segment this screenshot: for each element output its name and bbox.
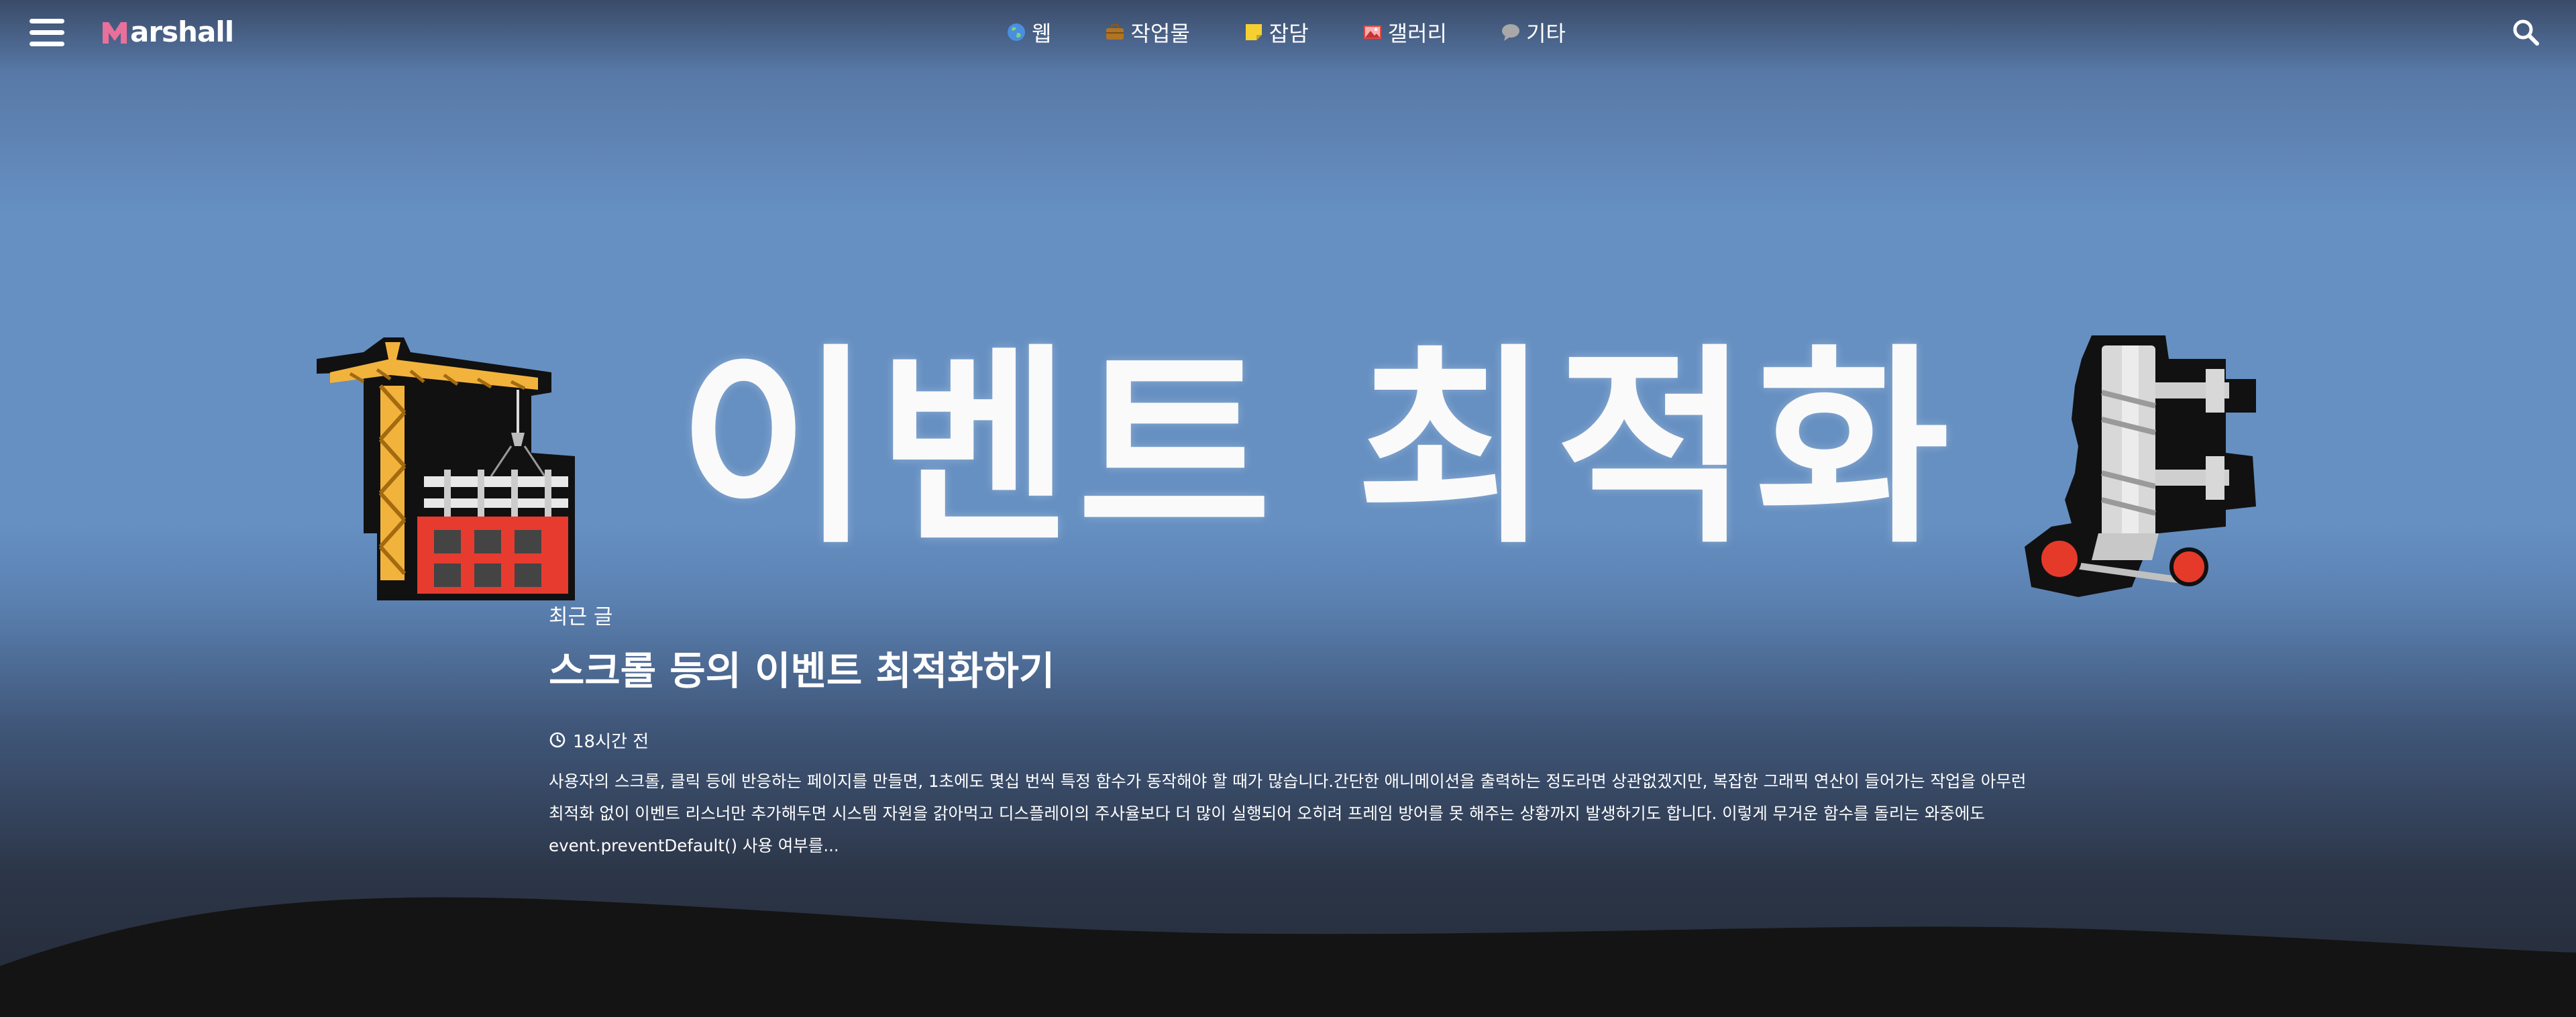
bone-icon (2025, 335, 2256, 597)
image-icon (1363, 25, 1381, 39)
logo-text: arshall (130, 15, 234, 48)
main-nav: 웹 작업물 잡담 갤러리 기타 (1006, 15, 1566, 50)
speech-bubble-icon (1502, 24, 1519, 41)
recent-post: 최근 글 스크롤 등의 이벤트 최적화하기 18시간 전 사용자의 스크롤, 클… (549, 600, 2031, 862)
globe-icon (1008, 23, 1025, 41)
post-title-link[interactable]: 스크롤 등의 이벤트 최적화하기 (549, 641, 2031, 701)
sticky-note-icon (1245, 24, 1262, 40)
search-icon[interactable] (2512, 18, 2540, 46)
recent-post-label: 최근 글 (549, 605, 613, 629)
nav-item-work[interactable]: 작업물 (1105, 15, 1190, 50)
nav-label-gallery: 갤러리 (1387, 21, 1447, 46)
nav-label-etc: 기타 (1526, 21, 1566, 46)
nav-label-work: 작업물 (1130, 21, 1190, 46)
post-timestamp: 18시간 전 (549, 727, 2031, 753)
clock-icon (549, 732, 566, 748)
nav-label-web: 웹 (1032, 21, 1052, 46)
hero-section: arshall 웹 작업물 잡담 갤러리 기타 이벤트 최적화 최근 글 스크롤… (0, 0, 2576, 1017)
construction-crane-icon (317, 337, 575, 600)
nav-label-chat: 잡담 (1269, 21, 1309, 46)
nav-item-etc[interactable]: 기타 (1501, 15, 1566, 50)
post-excerpt: 사용자의 스크롤, 클릭 등에 반응하는 페이지를 만들면, 1초에도 몇십 번… (549, 771, 2027, 855)
post-time-text: 18시간 전 (573, 731, 649, 752)
nav-item-web[interactable]: 웹 (1006, 15, 1051, 50)
top-navigation-bar: arshall 웹 작업물 잡담 갤러리 기타 (0, 0, 2576, 64)
site-logo[interactable]: arshall (101, 13, 234, 51)
hamburger-menu-icon[interactable] (30, 19, 64, 47)
banner-title: 이벤트 최적화 (678, 327, 1955, 572)
bottom-wave-divider (0, 897, 2576, 1017)
briefcase-icon (1106, 23, 1124, 40)
logo-m-icon (103, 22, 127, 44)
nav-item-gallery[interactable]: 갤러리 (1362, 15, 1447, 50)
nav-item-chat[interactable]: 잡담 (1244, 15, 1309, 50)
